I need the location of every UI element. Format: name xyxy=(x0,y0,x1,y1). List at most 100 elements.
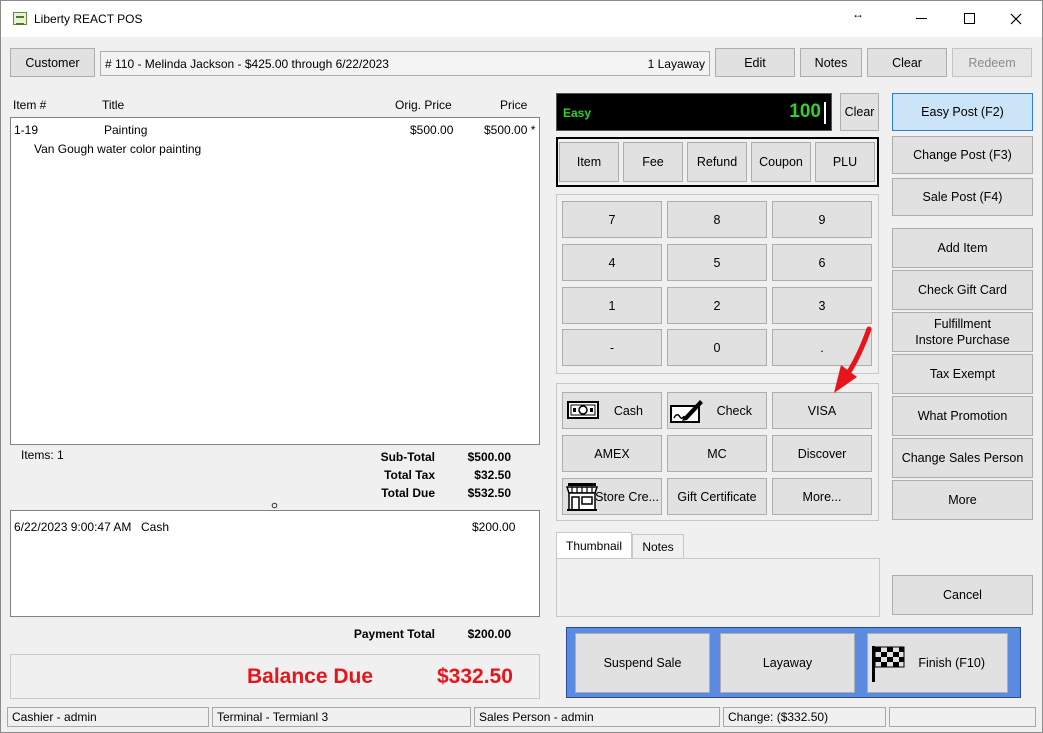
app-logo-icon xyxy=(13,12,27,25)
item-title: Painting xyxy=(104,123,148,137)
cancel-button[interactable]: Cancel xyxy=(892,575,1033,615)
items-list[interactable]: 1-19 Painting $500.00 $500.00 * Van Goug… xyxy=(10,117,540,445)
store-icon xyxy=(566,483,598,511)
subtotal-value: $500.00 xyxy=(467,450,511,464)
mc-button[interactable]: MC xyxy=(667,435,767,472)
entry-clear-button[interactable]: Clear xyxy=(840,93,879,131)
fulfillment-button[interactable]: Fulfillment Instore Purchase xyxy=(892,312,1033,352)
balance-due-label: Balance Due xyxy=(247,665,374,688)
keypad-minus-button[interactable]: - xyxy=(562,329,662,366)
entry-type-refund-button[interactable]: Refund xyxy=(687,142,747,182)
tax-label: Total Tax xyxy=(384,468,435,482)
column-header-title[interactable]: Title xyxy=(102,98,124,112)
keypad-8-button[interactable]: 8 xyxy=(667,201,767,238)
balance-due-panel: Balance Due $332.50 xyxy=(10,654,540,699)
edit-button[interactable]: Edit xyxy=(715,48,795,77)
cash-icon xyxy=(567,401,599,419)
entry-type-item-button[interactable]: Item xyxy=(559,142,619,182)
table-row[interactable]: 1-19 Painting $500.00 $500.00 * Van Goug… xyxy=(11,118,539,158)
check-gift-card-button[interactable]: Check Gift Card xyxy=(892,270,1033,310)
maximize-icon xyxy=(964,13,975,24)
entry-type-fee-button[interactable]: Fee xyxy=(623,142,683,182)
store-credit-label: Store Cre... xyxy=(595,489,659,504)
annotation-arrow-icon xyxy=(834,326,872,393)
keypad-6-button[interactable]: 6 xyxy=(772,244,872,281)
keypad-7-button[interactable]: 7 xyxy=(562,201,662,238)
status-sales-person: Sales Person - admin xyxy=(474,707,720,727)
entry-value: 100 xyxy=(789,101,821,122)
payments-list[interactable]: 6/22/2023 9:00:47 AM Cash $200.00 xyxy=(10,510,540,617)
entry-display[interactable]: Easy 100 xyxy=(556,93,832,131)
balance-due-amount: $332.50 xyxy=(437,665,513,688)
title-bar: Liberty REACT POS ↔ xyxy=(1,1,1042,37)
maximize-button[interactable] xyxy=(947,5,993,33)
change-post-button[interactable]: Change Post (F3) xyxy=(892,136,1033,174)
check-label: Check xyxy=(716,403,752,418)
customer-info-text: # 110 - Melinda Jackson - $425.00 throug… xyxy=(105,57,389,71)
keypad-1-button[interactable]: 1 xyxy=(562,287,662,324)
cash-label: Cash xyxy=(613,403,643,418)
finish-label: Finish (F10) xyxy=(918,656,985,670)
close-button[interactable] xyxy=(993,5,1039,33)
tab-thumbnail[interactable]: Thumbnail xyxy=(556,532,632,558)
finish-button[interactable]: Finish (F10) xyxy=(867,633,1008,693)
keypad-0-button[interactable]: 0 xyxy=(667,329,767,366)
entry-mode: Easy xyxy=(563,106,592,120)
payment-amount: $200.00 xyxy=(472,520,516,534)
tax-exempt-button[interactable]: Tax Exempt xyxy=(892,354,1033,394)
pos-window: Liberty REACT POS ↔ Customer # 110 - Mel… xyxy=(0,0,1043,733)
notes-button[interactable]: Notes xyxy=(800,48,862,77)
tab-notes[interactable]: Notes xyxy=(632,534,684,558)
keypad-5-button[interactable]: 5 xyxy=(667,244,767,281)
store-credit-button[interactable]: Store Cre... xyxy=(562,478,662,515)
minimize-button[interactable] xyxy=(899,5,945,33)
total-due-label: Total Due xyxy=(381,486,435,500)
item-price: $500.00 * xyxy=(484,123,536,137)
keypad-2-button[interactable]: 2 xyxy=(667,287,767,324)
what-promotion-button[interactable]: What Promotion xyxy=(892,396,1033,436)
customer-button[interactable]: Customer xyxy=(10,48,95,77)
item-number: 1-19 xyxy=(14,123,39,137)
tax-value: $32.50 xyxy=(474,468,511,482)
entry-type-coupon-button[interactable]: Coupon xyxy=(751,142,811,182)
close-icon xyxy=(1010,13,1022,25)
total-due-value: $532.50 xyxy=(467,486,511,500)
customer-info-field[interactable]: # 110 - Melinda Jackson - $425.00 throug… xyxy=(100,51,710,76)
status-change: Change: ($332.50) xyxy=(723,707,886,727)
check-icon xyxy=(670,400,703,423)
discover-button[interactable]: Discover xyxy=(772,435,872,472)
layaway-button[interactable]: Layaway xyxy=(720,633,855,693)
fulfillment-label-line1: Fulfillment xyxy=(934,317,991,331)
item-description: Van Gough water color painting xyxy=(34,142,202,156)
column-header-item[interactable]: Item # xyxy=(13,98,46,112)
splitter-handle-icon[interactable] xyxy=(271,502,278,509)
status-terminal: Terminal - Termianl 3 xyxy=(212,707,471,727)
suspend-sale-button[interactable]: Suspend Sale xyxy=(575,633,710,693)
more-tenders-button[interactable]: More... xyxy=(772,478,872,515)
keypad-9-button[interactable]: 9 xyxy=(772,201,872,238)
redeem-button[interactable]: Redeem xyxy=(952,48,1032,77)
add-item-button[interactable]: Add Item xyxy=(892,228,1033,268)
sale-post-button[interactable]: Sale Post (F4) xyxy=(892,178,1033,216)
status-cashier: Cashier - admin xyxy=(7,707,209,727)
change-sales-person-button[interactable]: Change Sales Person xyxy=(892,438,1033,478)
cash-button[interactable]: Cash xyxy=(562,392,662,429)
easy-post-button[interactable]: Easy Post (F2) xyxy=(892,93,1033,131)
payment-row[interactable]: 6/22/2023 9:00:47 AM Cash $200.00 xyxy=(11,511,539,535)
check-button[interactable]: Check xyxy=(667,392,767,429)
keypad-3-button[interactable]: 3 xyxy=(772,287,872,324)
entry-type-plu-button[interactable]: PLU xyxy=(815,142,875,182)
more-options-button[interactable]: More xyxy=(892,480,1033,520)
subtotal-label: Sub-Total xyxy=(380,450,435,464)
checkered-flag-icon xyxy=(872,646,905,682)
gift-certificate-button[interactable]: Gift Certificate xyxy=(667,478,767,515)
column-header-price[interactable]: Price xyxy=(500,98,527,112)
column-header-orig-price[interactable]: Orig. Price xyxy=(395,98,452,112)
keypad-4-button[interactable]: 4 xyxy=(562,244,662,281)
fulfillment-label-line2: Instore Purchase xyxy=(915,333,1010,347)
amex-button[interactable]: AMEX xyxy=(562,435,662,472)
items-count: Items: 1 xyxy=(21,448,64,462)
resize-icon: ↔ xyxy=(852,7,864,21)
clear-customer-button[interactable]: Clear xyxy=(867,48,947,77)
text-cursor xyxy=(824,102,826,124)
